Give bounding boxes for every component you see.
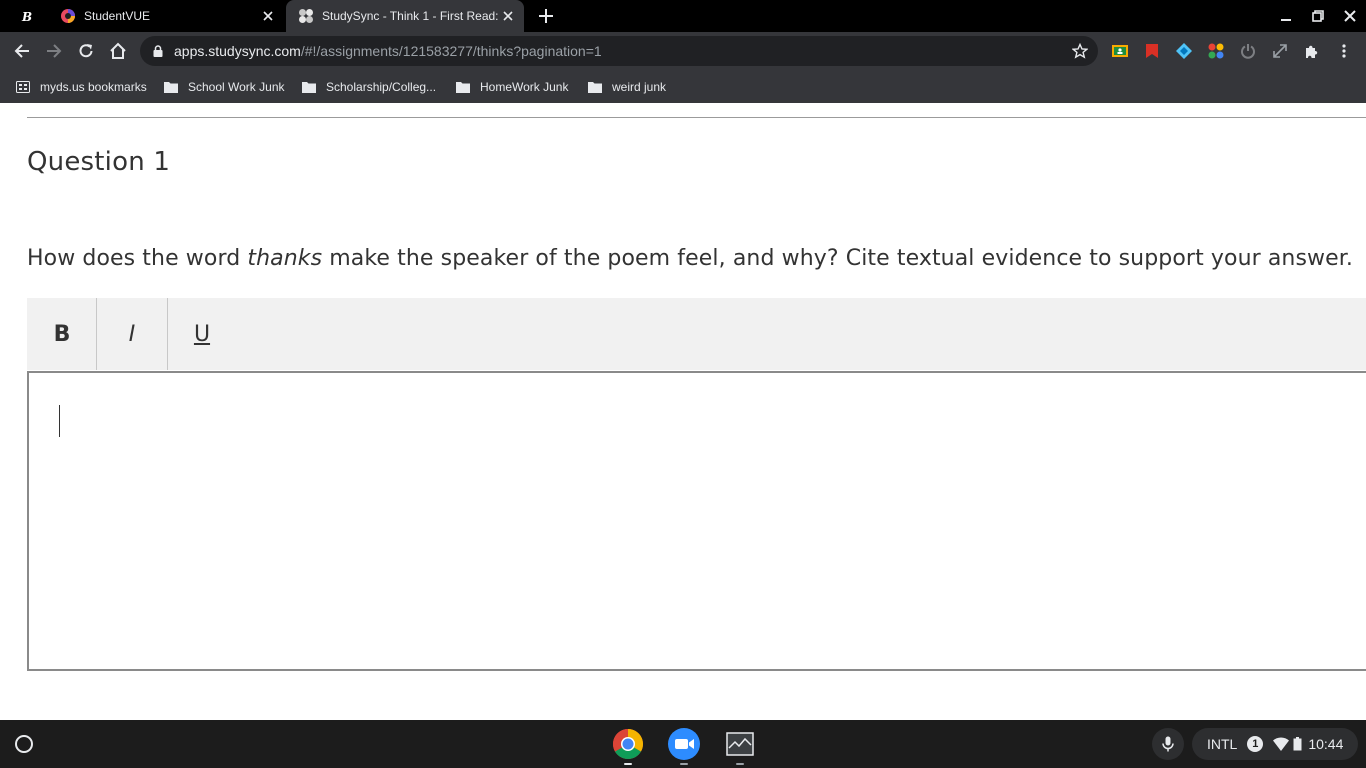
url-path: /#!/assignments/121583277/thinks?paginat… bbox=[300, 43, 602, 59]
reload-button[interactable] bbox=[74, 39, 98, 63]
question-prompt: How does the word thanks make the speake… bbox=[27, 246, 1353, 271]
bookmark-star-icon[interactable] bbox=[1072, 43, 1088, 59]
bookmark-folder-homework[interactable]: HomeWork Junk bbox=[456, 76, 568, 98]
address-bar[interactable]: apps.studysync.com/#!/assignments/121583… bbox=[140, 36, 1098, 66]
running-indicator bbox=[624, 763, 632, 765]
bold-button[interactable]: B bbox=[27, 298, 97, 370]
bookmark-folder-scholarship[interactable]: Scholarship/Colleg... bbox=[302, 76, 436, 98]
running-indicator bbox=[736, 763, 744, 765]
svg-text:B: B bbox=[21, 10, 32, 24]
close-icon bbox=[1344, 10, 1356, 22]
folder-icon bbox=[588, 82, 602, 93]
new-tab-button[interactable] bbox=[534, 4, 558, 28]
plus-icon bbox=[539, 9, 553, 23]
back-button[interactable] bbox=[10, 39, 34, 63]
colorful-grid-extension-icon[interactable] bbox=[1208, 43, 1224, 59]
menu-kebab-icon[interactable] bbox=[1336, 43, 1352, 59]
answer-editor[interactable] bbox=[27, 371, 1366, 671]
bookmark-myds[interactable]: myds.us bookmarks bbox=[16, 76, 147, 98]
bookmark-label: School Work Junk bbox=[188, 80, 285, 94]
arrows-extension-icon[interactable] bbox=[1272, 43, 1288, 59]
battery-icon bbox=[1293, 737, 1302, 751]
voice-input-button[interactable] bbox=[1152, 728, 1184, 760]
studysync-icon bbox=[299, 9, 313, 23]
bookmark-label: Scholarship/Colleg... bbox=[326, 80, 437, 94]
question-text-before: How does the word bbox=[27, 246, 248, 271]
launcher-icon[interactable] bbox=[12, 732, 36, 756]
tab-title: StudentVUE bbox=[84, 9, 151, 23]
bookmark-label: myds.us bookmarks bbox=[40, 80, 147, 94]
section-divider bbox=[27, 117, 1366, 118]
forward-button[interactable] bbox=[42, 39, 66, 63]
url-text: apps.studysync.com/#!/assignments/121583… bbox=[174, 43, 602, 59]
tab-studentvue[interactable]: StudentVUE bbox=[48, 0, 284, 32]
folder-icon bbox=[164, 82, 178, 93]
restore-button[interactable] bbox=[1308, 6, 1328, 26]
lock-icon bbox=[153, 45, 163, 57]
blue-diamond-extension-icon[interactable] bbox=[1176, 43, 1192, 59]
home-icon bbox=[110, 42, 126, 59]
running-indicator bbox=[680, 763, 688, 765]
folder-icon bbox=[456, 82, 470, 93]
folder-icon bbox=[302, 82, 316, 93]
bookmarks-bar: myds.us bookmarks School Work Junk Schol… bbox=[0, 70, 1366, 103]
clock: 10:44 bbox=[1308, 736, 1344, 752]
browser-toolbar: apps.studysync.com/#!/assignments/121583… bbox=[0, 32, 1366, 70]
editor-toolbar: B I U bbox=[27, 298, 1366, 370]
bold-b-icon: B bbox=[18, 8, 34, 24]
red-bookmark-extension-icon[interactable] bbox=[1144, 43, 1160, 59]
underline-button[interactable]: U bbox=[167, 298, 237, 370]
minimize-button[interactable] bbox=[1276, 6, 1296, 26]
system-shelf: INTL 1 10:44 bbox=[0, 720, 1366, 768]
question-emphasis: thanks bbox=[247, 246, 323, 271]
wifi-icon bbox=[1273, 737, 1290, 751]
screen-app-icon[interactable] bbox=[724, 728, 756, 760]
forward-arrow-icon bbox=[47, 44, 62, 58]
bookmark-folder-weird-junk[interactable]: weird junk bbox=[588, 76, 666, 98]
pinned-tab[interactable]: B bbox=[8, 4, 44, 28]
page-content: Question 1 How does the word thanks make… bbox=[0, 103, 1366, 720]
google-classroom-extension-icon[interactable] bbox=[1112, 43, 1128, 59]
url-host: apps.studysync.com bbox=[174, 43, 301, 59]
close-tab-icon[interactable] bbox=[260, 8, 276, 24]
text-caret bbox=[59, 405, 60, 437]
restore-icon bbox=[1312, 10, 1324, 22]
question-text-after: make the speaker of the poem feel, and w… bbox=[322, 246, 1353, 271]
italic-button[interactable]: I bbox=[97, 298, 167, 370]
microphone-icon bbox=[1162, 736, 1174, 752]
close-tab-icon[interactable] bbox=[500, 8, 516, 24]
extensions-puzzle-icon[interactable] bbox=[1304, 43, 1320, 59]
bookmark-grid-icon bbox=[16, 81, 30, 93]
question-title: Question 1 bbox=[27, 147, 171, 177]
studentvue-icon bbox=[61, 9, 75, 23]
power-extension-icon[interactable] bbox=[1240, 43, 1256, 59]
minimize-icon bbox=[1281, 19, 1291, 21]
bookmark-folder-school-work[interactable]: School Work Junk bbox=[164, 76, 285, 98]
tab-title: StudySync - Think 1 - First Read: bbox=[322, 9, 499, 23]
input-method-label: INTL bbox=[1207, 736, 1238, 752]
home-button[interactable] bbox=[106, 39, 130, 63]
notification-badge: 1 bbox=[1247, 736, 1264, 752]
bookmark-label: weird junk bbox=[612, 80, 667, 94]
tab-strip: B StudentVUE StudySync - Think 1 - First… bbox=[0, 0, 1366, 32]
status-tray[interactable]: INTL 1 10:44 bbox=[1192, 728, 1358, 760]
tab-studysync[interactable]: StudySync - Think 1 - First Read: bbox=[286, 0, 524, 32]
chrome-icon[interactable] bbox=[612, 728, 644, 760]
zoom-icon[interactable] bbox=[668, 728, 700, 760]
close-window-button[interactable] bbox=[1340, 6, 1360, 26]
back-arrow-icon bbox=[14, 44, 29, 58]
reload-icon bbox=[79, 44, 93, 58]
bookmark-label: HomeWork Junk bbox=[480, 80, 569, 94]
